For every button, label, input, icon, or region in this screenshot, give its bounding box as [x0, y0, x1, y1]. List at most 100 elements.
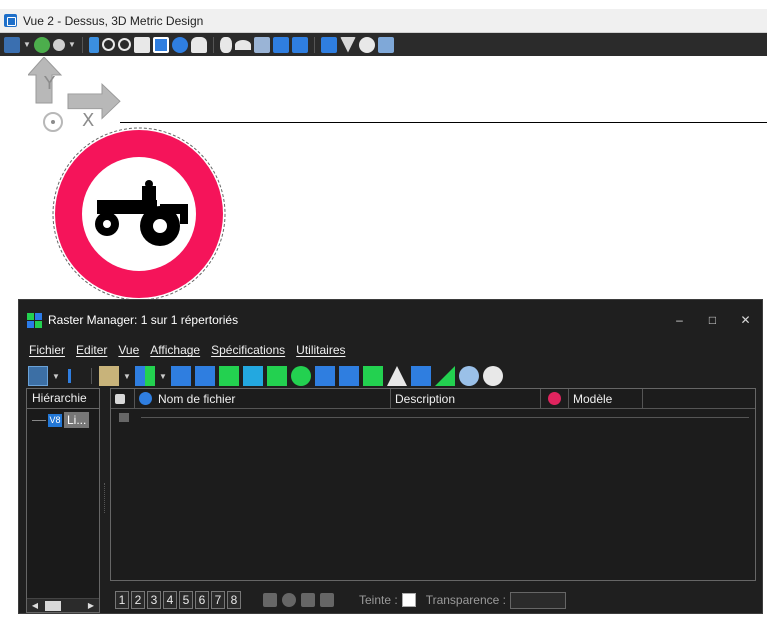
- ramp-raster-icon[interactable]: [435, 366, 455, 386]
- crosshair-icon[interactable]: [483, 366, 503, 386]
- chevron-down-icon[interactable]: ▼: [68, 40, 76, 49]
- page-button-1[interactable]: 1: [115, 591, 129, 609]
- toolbar-separator: [213, 36, 214, 53]
- layer-stack-icon[interactable]: [301, 593, 315, 607]
- zoom-out-icon[interactable]: [118, 38, 131, 51]
- raster-list-header: Nom de fichier Description Modèle: [111, 388, 755, 409]
- window-area-icon[interactable]: [134, 36, 150, 53]
- minimize-button[interactable]: –: [663, 310, 696, 330]
- scroll-right-icon[interactable]: ▶: [85, 599, 97, 612]
- raster-manager-window: Raster Manager: 1 sur 1 répertoriés – □ …: [18, 299, 763, 614]
- page-button-4[interactable]: 4: [163, 591, 177, 609]
- menu-specifications[interactable]: Spécifications: [211, 343, 285, 357]
- sphere-icon[interactable]: [282, 593, 296, 607]
- paint-brush-icon[interactable]: [89, 36, 99, 53]
- pan-view-icon[interactable]: [191, 36, 207, 53]
- scroll-thumb[interactable]: [45, 601, 61, 611]
- rotate-raster-icon[interactable]: [267, 366, 287, 386]
- page-button-3[interactable]: 3: [147, 591, 161, 609]
- menu-vue[interactable]: Vue: [118, 343, 139, 357]
- transparency-raster-icon[interactable]: [363, 366, 383, 386]
- page-button-7[interactable]: 7: [211, 591, 225, 609]
- page-button-8[interactable]: 8: [227, 591, 241, 609]
- menu-affichage[interactable]: Affichage: [150, 343, 200, 357]
- dynamic-view-icon[interactable]: [378, 36, 394, 53]
- previous-view-icon[interactable]: [273, 36, 289, 53]
- camera-icon[interactable]: [254, 36, 270, 53]
- clip-raster-icon[interactable]: [315, 366, 335, 386]
- chevron-down-icon[interactable]: ▼: [123, 372, 131, 381]
- raster-manager-titlebar[interactable]: Raster Manager: 1 sur 1 répertoriés – □ …: [19, 300, 762, 340]
- view-attributes-icon[interactable]: [4, 36, 20, 53]
- menu-fichier[interactable]: Fichier: [29, 343, 65, 357]
- grid-icon[interactable]: [320, 593, 334, 607]
- fit-view-icon[interactable]: [153, 36, 169, 53]
- close-button[interactable]: ✕: [729, 310, 762, 330]
- hierarchy-scrollbar[interactable]: ◀ ▶: [27, 598, 99, 612]
- lighting-icon[interactable]: [53, 38, 65, 51]
- transparency-field[interactable]: [509, 591, 566, 609]
- v8-badge: V8: [48, 413, 62, 427]
- page-button-2[interactable]: 2: [131, 591, 145, 609]
- next-view-icon[interactable]: [292, 36, 308, 53]
- splitter-handle[interactable]: [104, 483, 107, 513]
- zoom-in-icon[interactable]: [102, 38, 115, 51]
- view-window-icon: [4, 14, 17, 27]
- raster-manager-body: Hiérarchie V8 Li... ◀ ▶ Nom de fichier D…: [26, 388, 756, 613]
- y-axis-label: Y: [44, 73, 55, 94]
- drawing-line: [120, 122, 767, 123]
- print-icon[interactable]: [263, 593, 277, 607]
- warp-raster-icon[interactable]: [291, 366, 311, 386]
- view-titlebar: Vue 2 - Dessus, 3D Metric Design: [0, 9, 767, 33]
- scale-raster-icon[interactable]: [243, 366, 263, 386]
- copy-view-icon[interactable]: [321, 36, 337, 53]
- layers-icon: [115, 393, 125, 404]
- chevron-down-icon[interactable]: ▼: [159, 372, 167, 381]
- maximize-button[interactable]: □: [696, 310, 729, 330]
- column-model[interactable]: Modèle: [569, 388, 643, 409]
- rotate-view-icon[interactable]: [172, 36, 188, 53]
- walk-icon[interactable]: [220, 36, 232, 53]
- hierarchy-item[interactable]: V8 Li...: [32, 411, 90, 429]
- clip-volume-icon[interactable]: [340, 36, 356, 53]
- tractor-prohibition-sign: [52, 127, 226, 301]
- boundary-raster-icon[interactable]: [411, 366, 431, 386]
- preview-raster-icon[interactable]: [459, 366, 479, 386]
- hierarchy-panel: Hiérarchie V8 Li... ◀ ▶: [26, 388, 100, 613]
- hierarchy-view-icon[interactable]: [28, 366, 48, 386]
- move-raster-icon[interactable]: [219, 366, 239, 386]
- raster-list: Nom de fichier Description Modèle: [110, 388, 756, 581]
- row-divider: [141, 416, 749, 418]
- tint-label: Teinte :: [359, 593, 398, 607]
- saved-views-icon[interactable]: [359, 36, 375, 53]
- mirror-raster-icon[interactable]: [387, 366, 407, 386]
- chevron-down-icon[interactable]: ▼: [52, 372, 60, 381]
- attach-raster-icon[interactable]: [99, 366, 119, 386]
- list-view-icon[interactable]: [64, 366, 84, 386]
- column-status[interactable]: [541, 388, 569, 409]
- column-filename-label: Nom de fichier: [158, 391, 236, 406]
- view-display-icon[interactable]: [34, 36, 50, 53]
- table-row[interactable]: [111, 409, 755, 425]
- fly-icon[interactable]: [235, 39, 251, 50]
- column-filename[interactable]: Nom de fichier: [135, 388, 391, 409]
- raster-manager-toolbar: ▼ ▼ ▼: [19, 362, 762, 390]
- tint-swatch[interactable]: [401, 593, 416, 607]
- hierarchy-header: Hiérarchie: [27, 389, 99, 409]
- menu-editer[interactable]: Editer: [76, 343, 107, 357]
- column-description[interactable]: Description: [391, 388, 541, 409]
- raster-manager-title: Raster Manager: 1 sur 1 répertoriés: [48, 313, 239, 327]
- tree-connector: [32, 419, 46, 421]
- scroll-left-icon[interactable]: ◀: [29, 599, 41, 612]
- page-button-5[interactable]: 5: [179, 591, 193, 609]
- menu-utilitaires[interactable]: Utilitaires: [296, 343, 345, 357]
- column-model-label: Modèle: [573, 391, 613, 406]
- hierarchy-item-label: Li...: [64, 412, 90, 428]
- display-raster-icon[interactable]: [171, 366, 191, 386]
- select-raster-icon[interactable]: [195, 366, 215, 386]
- column-display[interactable]: [111, 388, 135, 409]
- attach-options-icon[interactable]: [135, 366, 155, 386]
- page-button-6[interactable]: 6: [195, 591, 209, 609]
- mask-raster-icon[interactable]: [339, 366, 359, 386]
- chevron-down-icon[interactable]: ▼: [23, 40, 31, 49]
